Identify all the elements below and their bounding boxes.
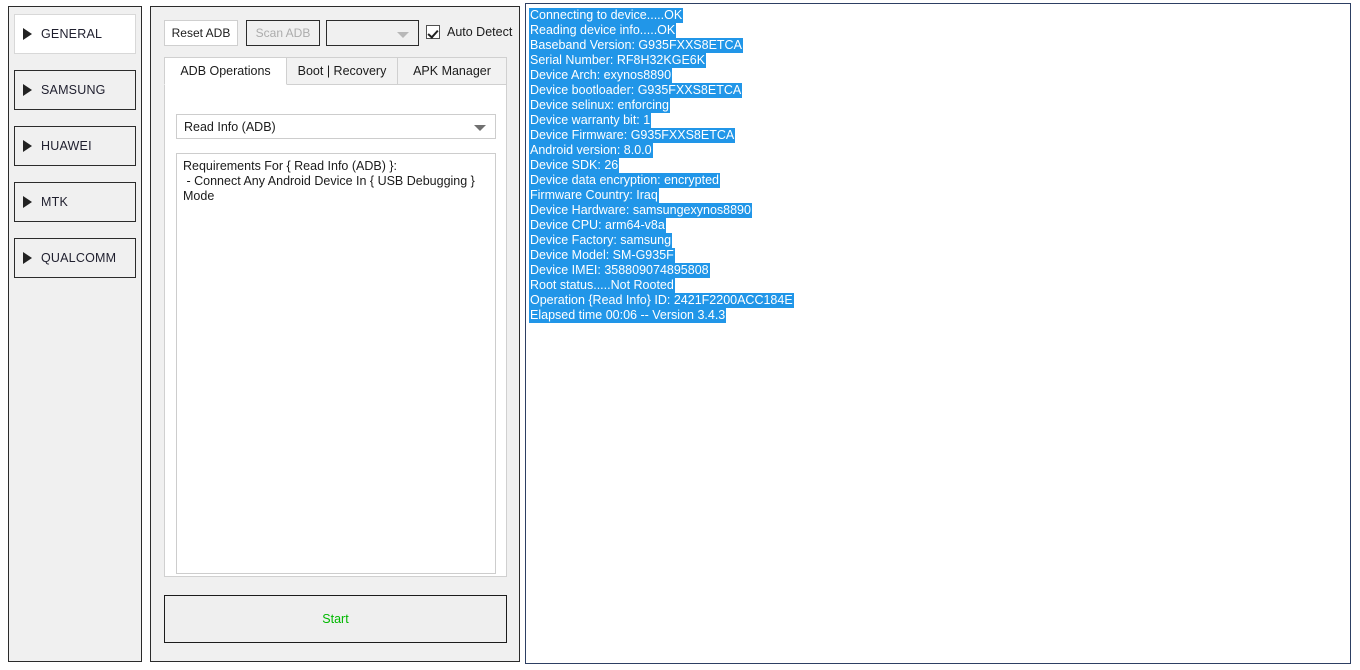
start-button[interactable]: Start <box>164 595 507 643</box>
log-line-text: Android version: 8.0.0 <box>529 143 653 158</box>
tab-label: ADB Operations <box>180 64 271 78</box>
log-output-text: Connecting to device.....OK Reading devic… <box>529 8 1347 323</box>
reset-adb-button[interactable]: Reset ADB <box>164 20 238 46</box>
log-line: Serial Number: RF8H32KGE6K <box>529 53 1347 68</box>
log-line: Device Model: SM-G935F <box>529 248 1347 263</box>
tab-label: Boot | Recovery <box>297 64 387 78</box>
log-line-text: Device Hardware: samsungexynos8890 <box>529 203 752 218</box>
log-line: Device bootloader: G935FXXS8ETCA <box>529 83 1347 98</box>
triangle-right-icon <box>23 84 32 96</box>
chevron-down-icon <box>474 125 486 131</box>
sidebar-item-samsung[interactable]: SAMSUNG <box>14 70 136 110</box>
log-line: Device Hardware: samsungexynos8890 <box>529 203 1347 218</box>
start-button-label: Start <box>322 612 349 626</box>
sidebar-item-mtk[interactable]: MTK <box>14 182 136 222</box>
triangle-right-icon <box>23 140 32 152</box>
sidebar-item-label: SAMSUNG <box>41 83 106 97</box>
requirements-textbox[interactable]: Requirements For { Read Info (ADB) }: - … <box>176 153 496 574</box>
log-line-text: Baseband Version: G935FXXS8ETCA <box>529 38 743 53</box>
log-line: Root status.....Not Rooted <box>529 278 1347 293</box>
log-line: Connecting to device.....OK <box>529 8 1347 23</box>
log-line-text: Root status.....Not Rooted <box>529 278 675 293</box>
log-line-text: Device CPU: arm64-v8a <box>529 218 666 233</box>
log-line: Device selinux: enforcing <box>529 98 1347 113</box>
log-line: Device CPU: arm64-v8a <box>529 218 1347 233</box>
scan-adb-button[interactable]: Scan ADB <box>246 20 320 46</box>
triangle-right-icon <box>23 28 32 40</box>
sidebar-item-label: HUAWEI <box>41 139 92 153</box>
checkmark-icon <box>426 25 440 39</box>
log-line: Android version: 8.0.0 <box>529 143 1347 158</box>
log-line: Device IMEI: 358809074895808 <box>529 263 1347 278</box>
tab-adb-operations[interactable]: ADB Operations <box>164 57 287 85</box>
log-line-text: Serial Number: RF8H32KGE6K <box>529 53 707 68</box>
sidebar-panel: GENERAL SAMSUNG HUAWEI MTK QUALCOMM <box>8 6 142 662</box>
log-line-text: Device SDK: 26 <box>529 158 620 173</box>
tab-panel-adb-operations: Read Info (ADB) Requirements For { Read … <box>164 84 507 577</box>
operation-select[interactable]: Read Info (ADB) <box>176 114 496 139</box>
sidebar-item-qualcomm[interactable]: QUALCOMM <box>14 238 136 278</box>
chevron-down-icon <box>397 32 409 38</box>
sidebar-item-label: QUALCOMM <box>41 251 117 265</box>
auto-detect-label: Auto Detect <box>447 25 513 39</box>
log-line-text: Device Factory: samsung <box>529 233 673 248</box>
log-line: Device warranty bit: 1 <box>529 113 1347 128</box>
sidebar-item-label: GENERAL <box>41 27 103 41</box>
log-line-text: Device warranty bit: 1 <box>529 113 652 128</box>
operation-select-value: Read Info (ADB) <box>184 119 276 134</box>
tab-strip: ADB Operations Boot | Recovery APK Manager <box>164 57 507 85</box>
tab-apk-manager[interactable]: APK Manager <box>397 57 507 85</box>
reset-adb-label: Reset ADB <box>171 26 231 40</box>
log-line-text: Device Model: SM-G935F <box>529 248 675 263</box>
log-line-text: Device selinux: enforcing <box>529 98 670 113</box>
operations-panel: Reset ADB Scan ADB Auto Detect ADB Opera… <box>150 6 520 662</box>
log-line: Device data encryption: encrypted <box>529 173 1347 188</box>
tab-label: APK Manager <box>413 64 491 78</box>
log-line-text: Device bootloader: G935FXXS8ETCA <box>529 83 743 98</box>
log-line-text: Reading device info.....OK <box>529 23 677 38</box>
triangle-right-icon <box>23 196 32 208</box>
auto-detect-checkbox[interactable]: Auto Detect <box>426 25 512 39</box>
log-line-text: Device Arch: exynos8890 <box>529 68 673 83</box>
log-line: Operation {Read Info} ID: 2421F2200ACC18… <box>529 293 1347 308</box>
log-line-text: Connecting to device.....OK <box>529 8 684 23</box>
log-line: Baseband Version: G935FXXS8ETCA <box>529 38 1347 53</box>
log-line-text: Device IMEI: 358809074895808 <box>529 263 710 278</box>
log-line: Device Arch: exynos8890 <box>529 68 1347 83</box>
device-select[interactable] <box>326 20 419 46</box>
log-line: Device Firmware: G935FXXS8ETCA <box>529 128 1347 143</box>
log-output-panel[interactable]: Connecting to device.....OK Reading devic… <box>525 3 1351 664</box>
log-line: Elapsed time 00:06 -- Version 3.4.3 <box>529 308 1347 323</box>
sidebar-item-general[interactable]: GENERAL <box>14 14 136 54</box>
log-line: Device Factory: samsung <box>529 233 1347 248</box>
log-line: Firmware Country: Iraq <box>529 188 1347 203</box>
log-line-text: Operation {Read Info} ID: 2421F2200ACC18… <box>529 293 794 308</box>
log-line-text: Firmware Country: Iraq <box>529 188 659 203</box>
scan-adb-label: Scan ADB <box>255 26 311 40</box>
sidebar-item-huawei[interactable]: HUAWEI <box>14 126 136 166</box>
log-line: Device SDK: 26 <box>529 158 1347 173</box>
sidebar-item-label: MTK <box>41 195 68 209</box>
tab-boot-recovery[interactable]: Boot | Recovery <box>286 57 398 85</box>
log-line-text: Elapsed time 00:06 -- Version 3.4.3 <box>529 308 727 323</box>
log-line-text: Device Firmware: G935FXXS8ETCA <box>529 128 736 143</box>
triangle-right-icon <box>23 252 32 264</box>
log-line-text: Device data encryption: encrypted <box>529 173 720 188</box>
log-line: Reading device info.....OK <box>529 23 1347 38</box>
